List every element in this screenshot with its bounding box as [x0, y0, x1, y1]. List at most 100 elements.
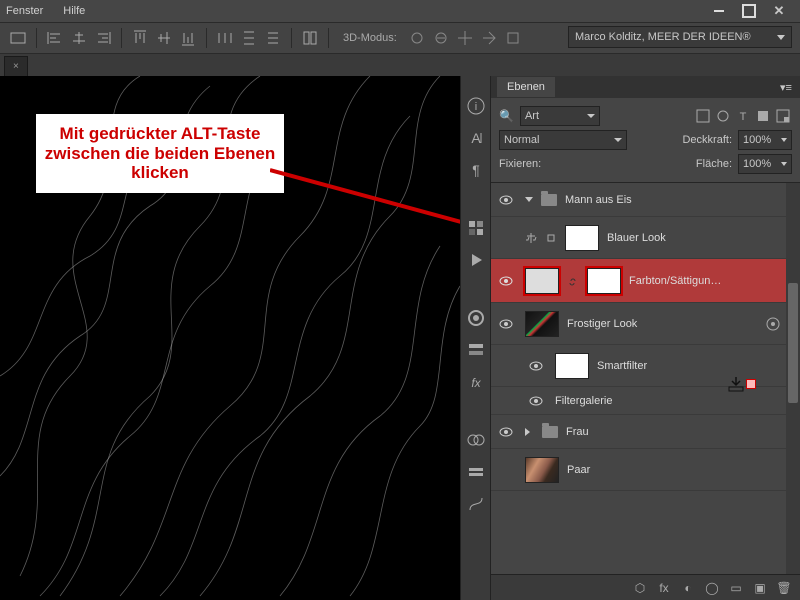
layer-row[interactable]: Blauer Look: [491, 217, 800, 259]
document-tab[interactable]: ×: [4, 56, 28, 76]
close-tab-icon[interactable]: ×: [13, 61, 19, 72]
lock-label: Fixieren:: [499, 158, 541, 170]
adjustments-panel-icon[interactable]: [466, 430, 486, 450]
collapsed-panel-dock: i A ¶ fx: [460, 76, 490, 600]
align-bottom-icon[interactable]: [178, 28, 198, 48]
styles-panel-icon[interactable]: fx: [466, 372, 486, 392]
align-left-icon[interactable]: [45, 28, 65, 48]
tutorial-callout: Mit gedrückter ALT-Taste zwischen die be…: [36, 114, 284, 193]
layer-group-row[interactable]: Mann aus Eis: [491, 183, 800, 217]
filter-smart-icon[interactable]: [776, 109, 790, 123]
layer-group-row[interactable]: Frau: [491, 415, 800, 449]
search-icon[interactable]: 🔍: [499, 109, 514, 123]
color-panel-icon[interactable]: [466, 308, 486, 328]
workspace-select[interactable]: Marco Kolditz, MEER DER IDEEN®: [568, 26, 792, 48]
layer-mask-button[interactable]: ◐: [680, 580, 696, 596]
filter-type-icon[interactable]: T: [736, 109, 750, 123]
visibility-toggle[interactable]: [491, 195, 521, 205]
layer-name[interactable]: Filtergalerie: [555, 395, 612, 407]
filter-mask-thumb[interactable]: [555, 353, 589, 379]
layer-filter-kind[interactable]: Art: [520, 106, 600, 126]
3d-scale-icon[interactable]: [503, 28, 523, 48]
filter-pixel-icon[interactable]: [696, 109, 710, 123]
canvas-area[interactable]: Mit gedrückter ALT-Taste zwischen die be…: [0, 76, 460, 600]
info-panel-icon[interactable]: i: [466, 96, 486, 116]
layer-name[interactable]: Paar: [567, 464, 590, 476]
balance-icon: [525, 232, 537, 244]
scrollbar-thumb[interactable]: [788, 283, 798, 403]
3d-orbit-icon[interactable]: [407, 28, 427, 48]
auto-align-icon[interactable]: [300, 28, 320, 48]
layer-style-button[interactable]: fx: [656, 580, 672, 596]
align-right-icon[interactable]: [93, 28, 113, 48]
new-group-button[interactable]: ▭: [728, 580, 744, 596]
channels-panel-icon[interactable]: [466, 340, 486, 360]
3d-pan-icon[interactable]: [455, 28, 475, 48]
link-icon: [567, 275, 579, 287]
panel-tabs: Ebenen ▾≡: [491, 76, 800, 98]
close-button[interactable]: ✕: [768, 4, 790, 18]
tool-preset-icon[interactable]: [8, 28, 28, 48]
workspace-label: Marco Kolditz, MEER DER IDEEN®: [575, 31, 751, 43]
svg-text:A: A: [471, 130, 481, 146]
link-layers-button[interactable]: ⬡: [632, 580, 648, 596]
layer-name[interactable]: Mann aus Eis: [565, 194, 632, 206]
align-center-h-icon[interactable]: [69, 28, 89, 48]
layer-list-scrollbar[interactable]: [786, 183, 800, 574]
distribute-h-icon[interactable]: [215, 28, 235, 48]
layer-row[interactable]: Frostiger Look: [491, 303, 800, 345]
layers-panel: Ebenen ▾≡ 🔍 Art T Normal Deckkraft: 100%: [490, 76, 800, 600]
menu-fenster[interactable]: Fenster: [6, 5, 43, 17]
distribute-v-icon[interactable]: [239, 28, 259, 48]
history-panel-icon[interactable]: [466, 462, 486, 482]
visibility-toggle[interactable]: [491, 276, 521, 286]
maximize-button[interactable]: [738, 4, 760, 18]
minimize-button[interactable]: [708, 4, 730, 18]
swatches-panel-icon[interactable]: [466, 218, 486, 238]
visibility-toggle[interactable]: [491, 319, 521, 329]
twirl-down-icon[interactable]: [525, 197, 533, 202]
paragraph-panel-icon[interactable]: ¶: [466, 160, 486, 180]
visibility-toggle[interactable]: [521, 361, 551, 371]
svg-text:¶: ¶: [472, 162, 480, 178]
character-panel-icon[interactable]: A: [466, 128, 486, 148]
menu-hilfe[interactable]: Hilfe: [63, 5, 85, 17]
document-tab-bar: ×: [0, 54, 800, 76]
layer-mask-thumb[interactable]: [565, 225, 599, 251]
3d-roll-icon[interactable]: [431, 28, 451, 48]
3d-slide-icon[interactable]: [479, 28, 499, 48]
layer-name[interactable]: Frau: [566, 426, 589, 438]
layer-name[interactable]: Blauer Look: [607, 232, 666, 244]
layer-row[interactable]: Paar: [491, 449, 800, 491]
actions-panel-icon[interactable]: [466, 250, 486, 270]
layer-thumb[interactable]: [525, 311, 559, 337]
visibility-toggle[interactable]: [521, 396, 551, 406]
align-center-v-icon[interactable]: [154, 28, 174, 48]
paths-panel-icon[interactable]: [466, 494, 486, 514]
layers-panel-bottom-bar: ⬡ fx ◐ ◯ ▭ ▣ 🗑: [491, 574, 800, 600]
layer-name[interactable]: Farbton/Sättigun…: [629, 275, 721, 287]
layer-thumb[interactable]: [525, 457, 559, 483]
layers-tab[interactable]: Ebenen: [497, 77, 555, 97]
align-top-icon[interactable]: [130, 28, 150, 48]
delete-layer-button[interactable]: 🗑: [776, 580, 792, 596]
mode-label: 3D-Modus:: [343, 32, 397, 44]
new-fill-adjust-button[interactable]: ◯: [704, 580, 720, 596]
layer-name[interactable]: Smartfilter: [597, 360, 647, 372]
filter-adjust-icon[interactable]: [716, 109, 730, 123]
fill-input[interactable]: 100%: [738, 154, 792, 174]
twirl-right-icon[interactable]: [525, 428, 534, 436]
layer-mask-thumb[interactable]: [587, 268, 621, 294]
opacity-value: 100%: [743, 134, 771, 146]
filter-shape-icon[interactable]: [756, 109, 770, 123]
layer-row-highlighted[interactable]: Farbton/Sättigun…: [491, 259, 800, 303]
blend-mode-select[interactable]: Normal: [499, 130, 627, 150]
distribute-c-icon[interactable]: [263, 28, 283, 48]
clip-insertion-indicator: [727, 375, 756, 393]
adjustment-thumb[interactable]: [525, 268, 559, 294]
visibility-toggle[interactable]: [491, 427, 521, 437]
new-layer-button[interactable]: ▣: [752, 580, 768, 596]
opacity-input[interactable]: 100%: [738, 130, 792, 150]
layer-name[interactable]: Frostiger Look: [567, 318, 637, 330]
panel-menu-icon[interactable]: ▾≡: [778, 81, 794, 94]
